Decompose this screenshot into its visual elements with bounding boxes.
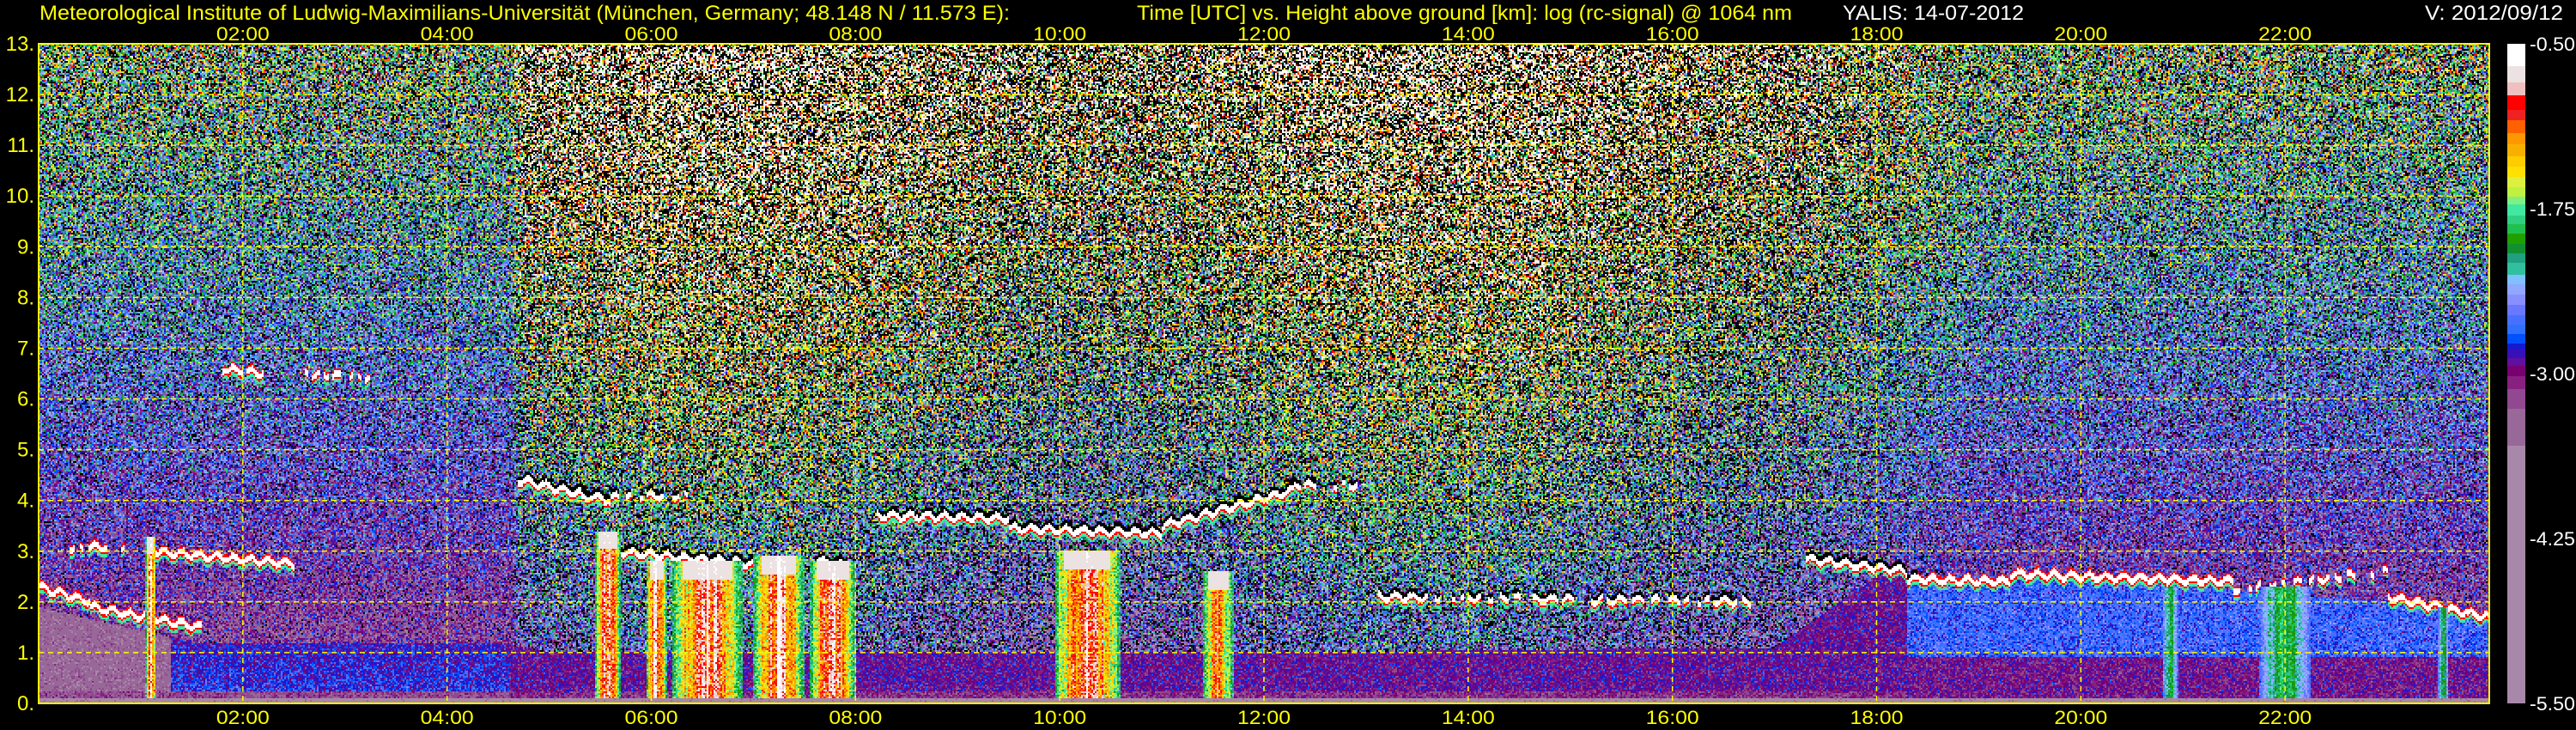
- colorbar-ticks: -0.50 -1.75 -3.00 -4.25 -5.50: [2530, 33, 2575, 715]
- colorbar-tick-label: -3.00: [2530, 363, 2575, 385]
- station-date: YALIS: 14-07-2012: [1843, 2, 2024, 25]
- x-tick-label-bottom: 16:00: [1646, 707, 1699, 728]
- x-tick-label-top: 08:00: [829, 23, 882, 45]
- colorbar-tick-label: -4.25: [2530, 528, 2575, 550]
- x-tick-label-bottom: 14:00: [1442, 707, 1495, 728]
- y-tick-label: 11.: [7, 134, 34, 157]
- x-tick-label-top: 18:00: [1850, 23, 1904, 45]
- plot-description: Time [UTC] vs. Height above ground [km]:…: [1137, 2, 1792, 25]
- y-tick-label: 0.: [17, 692, 34, 715]
- version-label: V: 2012/09/12: [2425, 2, 2563, 25]
- colorbar-tick-label: -1.75: [2530, 198, 2575, 220]
- x-tick-label-bottom: 20:00: [2054, 707, 2107, 728]
- colorbar-tick-label: -5.50: [2530, 693, 2575, 715]
- x-tick-label-bottom: 10:00: [1033, 707, 1086, 728]
- colorbar-tick-label: -0.50: [2530, 33, 2575, 55]
- x-tick-label-top: 22:00: [2258, 23, 2312, 45]
- y-tick-label: 8.: [17, 286, 34, 309]
- x-tick-label-top: 12:00: [1237, 23, 1291, 45]
- chart-overlay: Meteorological Institute of Ludwig-Maxim…: [6, 2, 2575, 728]
- x-tick-label-top: 04:00: [421, 23, 474, 45]
- y-tick-label: 5.: [17, 439, 34, 462]
- y-tick-label: 2.: [17, 591, 34, 614]
- y-tick-label: 1.: [17, 642, 34, 665]
- x-tick-label-bottom: 04:00: [421, 707, 474, 728]
- y-tick-label: 3.: [17, 540, 34, 563]
- y-axis-ticks: 0. 1. 2. 3. 4. 5. 6. 7. 8. 9. 10. 11. 12. 13.: [6, 33, 34, 715]
- x-tick-label-top: 20:00: [2054, 23, 2107, 45]
- grid: [39, 44, 2489, 703]
- x-tick-label-top: 10:00: [1033, 23, 1086, 45]
- institute-title: Meteorological Institute of Ludwig-Maxim…: [39, 2, 1010, 25]
- x-tick-label-top: 16:00: [1646, 23, 1699, 45]
- x-tick-label-top: 02:00: [216, 23, 270, 45]
- x-tick-label-bottom: 18:00: [1850, 707, 1904, 728]
- y-tick-label: 7.: [17, 337, 34, 360]
- y-tick-label: 6.: [17, 388, 34, 411]
- x-tick-label-bottom: 12:00: [1237, 707, 1291, 728]
- y-tick-label: 4.: [17, 490, 34, 513]
- y-tick-label: 10.: [6, 185, 34, 208]
- x-tick-label-bottom: 02:00: [216, 707, 270, 728]
- x-tick-label-top: 06:00: [625, 23, 678, 45]
- y-tick-label: 12.: [6, 83, 34, 106]
- x-tick-label-bottom: 22:00: [2258, 707, 2312, 728]
- y-tick-label: 13.: [6, 33, 34, 56]
- x-tick-label-bottom: 08:00: [829, 707, 882, 728]
- y-tick-label: 9.: [17, 235, 34, 259]
- x-tick-label-top: 14:00: [1442, 23, 1495, 45]
- x-tick-label-bottom: 06:00: [625, 707, 678, 728]
